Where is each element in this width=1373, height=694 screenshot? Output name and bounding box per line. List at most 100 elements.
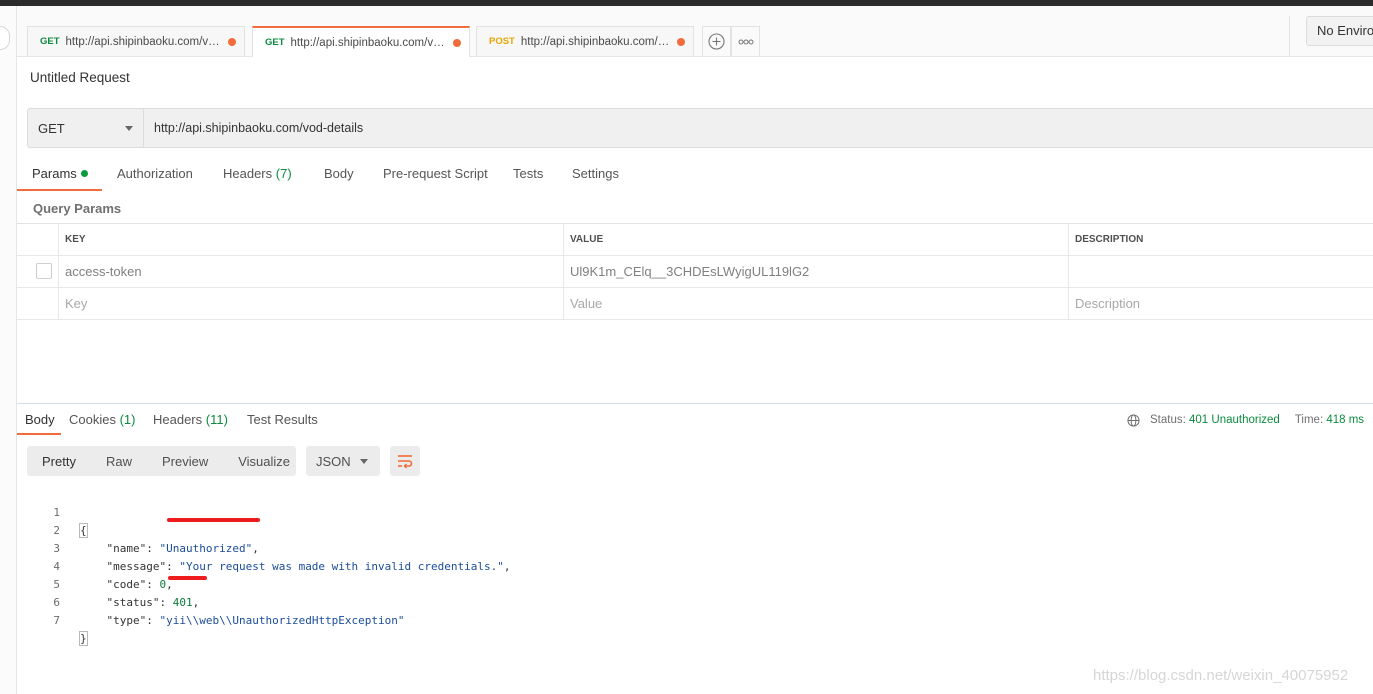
code-line: 2 "name": "Unauthorized",: [40, 504, 258, 555]
new-value-input[interactable]: Value: [563, 288, 1068, 319]
request-title[interactable]: Untitled Request: [30, 70, 130, 85]
tab-tests[interactable]: Tests: [513, 162, 543, 190]
response-pane-divider[interactable]: [17, 403, 1373, 404]
json-key: "name": [106, 542, 147, 555]
tab-label: Params: [32, 166, 77, 181]
chevron-down-icon: [360, 458, 368, 464]
code-line: 6 "type": "yii\\web\\UnauthorizedHttpExc…: [40, 576, 404, 627]
json-string: "Unauthorized": [159, 542, 253, 555]
response-status-bar: Status: 401 Unauthorized Time: 418 ms: [1127, 412, 1364, 428]
header-checkbox-cell: [17, 224, 58, 255]
tab-body[interactable]: Body: [324, 162, 354, 190]
json-key: "message": [106, 560, 167, 573]
active-tab-indicator: [17, 189, 102, 191]
sidebar-toggle-handle[interactable]: [0, 26, 10, 50]
plus-circle-icon: [708, 33, 725, 50]
globe-icon[interactable]: [1127, 413, 1140, 427]
json-key: "status": [106, 596, 160, 609]
tab-url: http://api.shipinbaoku.com/vod...: [290, 36, 449, 49]
column-header-description: DESCRIPTION: [1068, 224, 1373, 255]
tab-label: Body: [25, 412, 55, 427]
environment-selected-value: No Environment: [1306, 16, 1373, 46]
tab-method: GET: [40, 36, 60, 47]
watermark-text: https://blog.csdn.net/weixin_40075952: [1093, 667, 1349, 684]
status-value: 401 Unauthorized: [1189, 414, 1280, 426]
request-tab-2-active[interactable]: GET http://api.shipinbaoku.com/vod...: [252, 26, 470, 57]
new-description-input[interactable]: Description: [1068, 288, 1373, 319]
tab-response-headers[interactable]: Headers (11): [153, 408, 228, 436]
code-text: "status": 401,: [106, 596, 200, 609]
tab-authorization[interactable]: Authorization: [117, 162, 193, 190]
wrap-lines-button[interactable]: [390, 446, 420, 476]
view-preview-button[interactable]: Preview: [147, 454, 223, 469]
chevron-down-icon: [125, 125, 133, 131]
tab-label: Body: [324, 166, 354, 181]
param-key-cell[interactable]: access-token: [58, 256, 563, 287]
tab-response-body[interactable]: Body: [25, 408, 55, 436]
code-text: "code": 0,: [106, 578, 173, 591]
code-text: "name": "Unauthorized",: [106, 542, 259, 555]
code-line: 3 "message": "Your request was made with…: [40, 522, 510, 573]
row-checkbox-cell: [17, 288, 58, 319]
wrap-lines-icon: [398, 455, 413, 469]
tab-count: (7): [275, 166, 292, 181]
unsaved-dot-icon: [228, 37, 236, 46]
tab-pre-request-script[interactable]: Pre-request Script: [383, 162, 488, 190]
tab-label: Tests: [513, 166, 544, 181]
code-line: 7 }: [40, 594, 88, 646]
column-header-key: KEY: [58, 224, 563, 255]
request-url-input[interactable]: http://api.shipinbaoku.com/vod-details: [144, 109, 363, 147]
code-text: "type": "yii\\web\\UnauthorizedHttpExcep…: [106, 614, 405, 627]
tab-params[interactable]: Params: [32, 162, 88, 190]
tab-settings[interactable]: Settings: [572, 162, 619, 190]
new-key-input[interactable]: Key: [58, 288, 563, 319]
code-line: 1 {: [40, 486, 88, 538]
new-tab-button[interactable]: [702, 26, 731, 56]
request-tab-bar: GET http://api.shipinbaoku.com/vod... GE…: [17, 6, 1373, 57]
view-visualize-button[interactable]: Visualize: [223, 454, 305, 469]
row-checkbox-cell: [17, 256, 58, 287]
tab-headers[interactable]: Headers (7): [223, 162, 292, 190]
tab-method: POST: [489, 36, 515, 47]
url-bar: GET http://api.shipinbaoku.com/vod-detai…: [27, 108, 1373, 148]
view-raw-button[interactable]: Raw: [91, 454, 147, 469]
http-method-value: GET: [38, 120, 65, 136]
table-header-row: KEY VALUE DESCRIPTION: [17, 224, 1373, 256]
code-text: }: [79, 631, 88, 646]
tab-method: GET: [265, 37, 285, 48]
tab-options-button[interactable]: [731, 26, 760, 56]
json-number: 0: [159, 578, 167, 591]
tab-label: Settings: [572, 166, 619, 181]
request-tab-1[interactable]: GET http://api.shipinbaoku.com/vod...: [27, 26, 245, 56]
param-enabled-checkbox[interactable]: [36, 263, 52, 279]
tab-label: Cookies: [69, 412, 116, 427]
time-label: Time:: [1294, 414, 1324, 426]
tab-label: Authorization: [117, 166, 193, 181]
json-key: "code": [106, 578, 147, 591]
code-line: 4 "code": 0,: [40, 540, 172, 591]
query-params-table: KEY VALUE DESCRIPTION access-token Ul9K1…: [17, 223, 1373, 320]
view-pretty-button[interactable]: Pretty: [27, 454, 91, 469]
status-label: Status:: [1150, 414, 1186, 426]
unsaved-dot-icon: [677, 37, 685, 46]
json-string: "Your request was made with invalid cred…: [179, 560, 504, 573]
response-body-code[interactable]: 1 { 2 "name": "Unauthorized", 3 "message…: [40, 486, 511, 646]
code-text: {: [79, 523, 88, 538]
json-string: "yii\\web\\UnauthorizedHttpException": [159, 614, 405, 627]
time-value: 418 ms: [1326, 414, 1365, 426]
request-tab-3[interactable]: POST http://api.shipinbaoku.com/us...: [476, 26, 694, 56]
tab-url: http://api.shipinbaoku.com/vod...: [65, 35, 224, 48]
environment-selector[interactable]: No Environment: [1289, 16, 1373, 56]
json-number: 401: [172, 596, 193, 609]
format-select[interactable]: JSON: [306, 446, 380, 476]
unsaved-dot-icon: [453, 38, 461, 47]
json-key: "type": [106, 614, 147, 627]
tab-test-results[interactable]: Test Results: [247, 408, 318, 436]
tab-label: Headers: [223, 166, 273, 181]
http-method-select[interactable]: GET: [28, 109, 144, 147]
view-mode-group: Pretty Raw Preview Visualize: [27, 446, 296, 476]
tab-response-cookies[interactable]: Cookies (1): [69, 408, 135, 436]
query-params-title: Query Params: [33, 201, 122, 216]
param-value-cell[interactable]: Ul9K1m_CElq__3CHDEsLWyigUL119lG2: [563, 256, 1068, 287]
param-description-cell[interactable]: [1068, 256, 1373, 287]
